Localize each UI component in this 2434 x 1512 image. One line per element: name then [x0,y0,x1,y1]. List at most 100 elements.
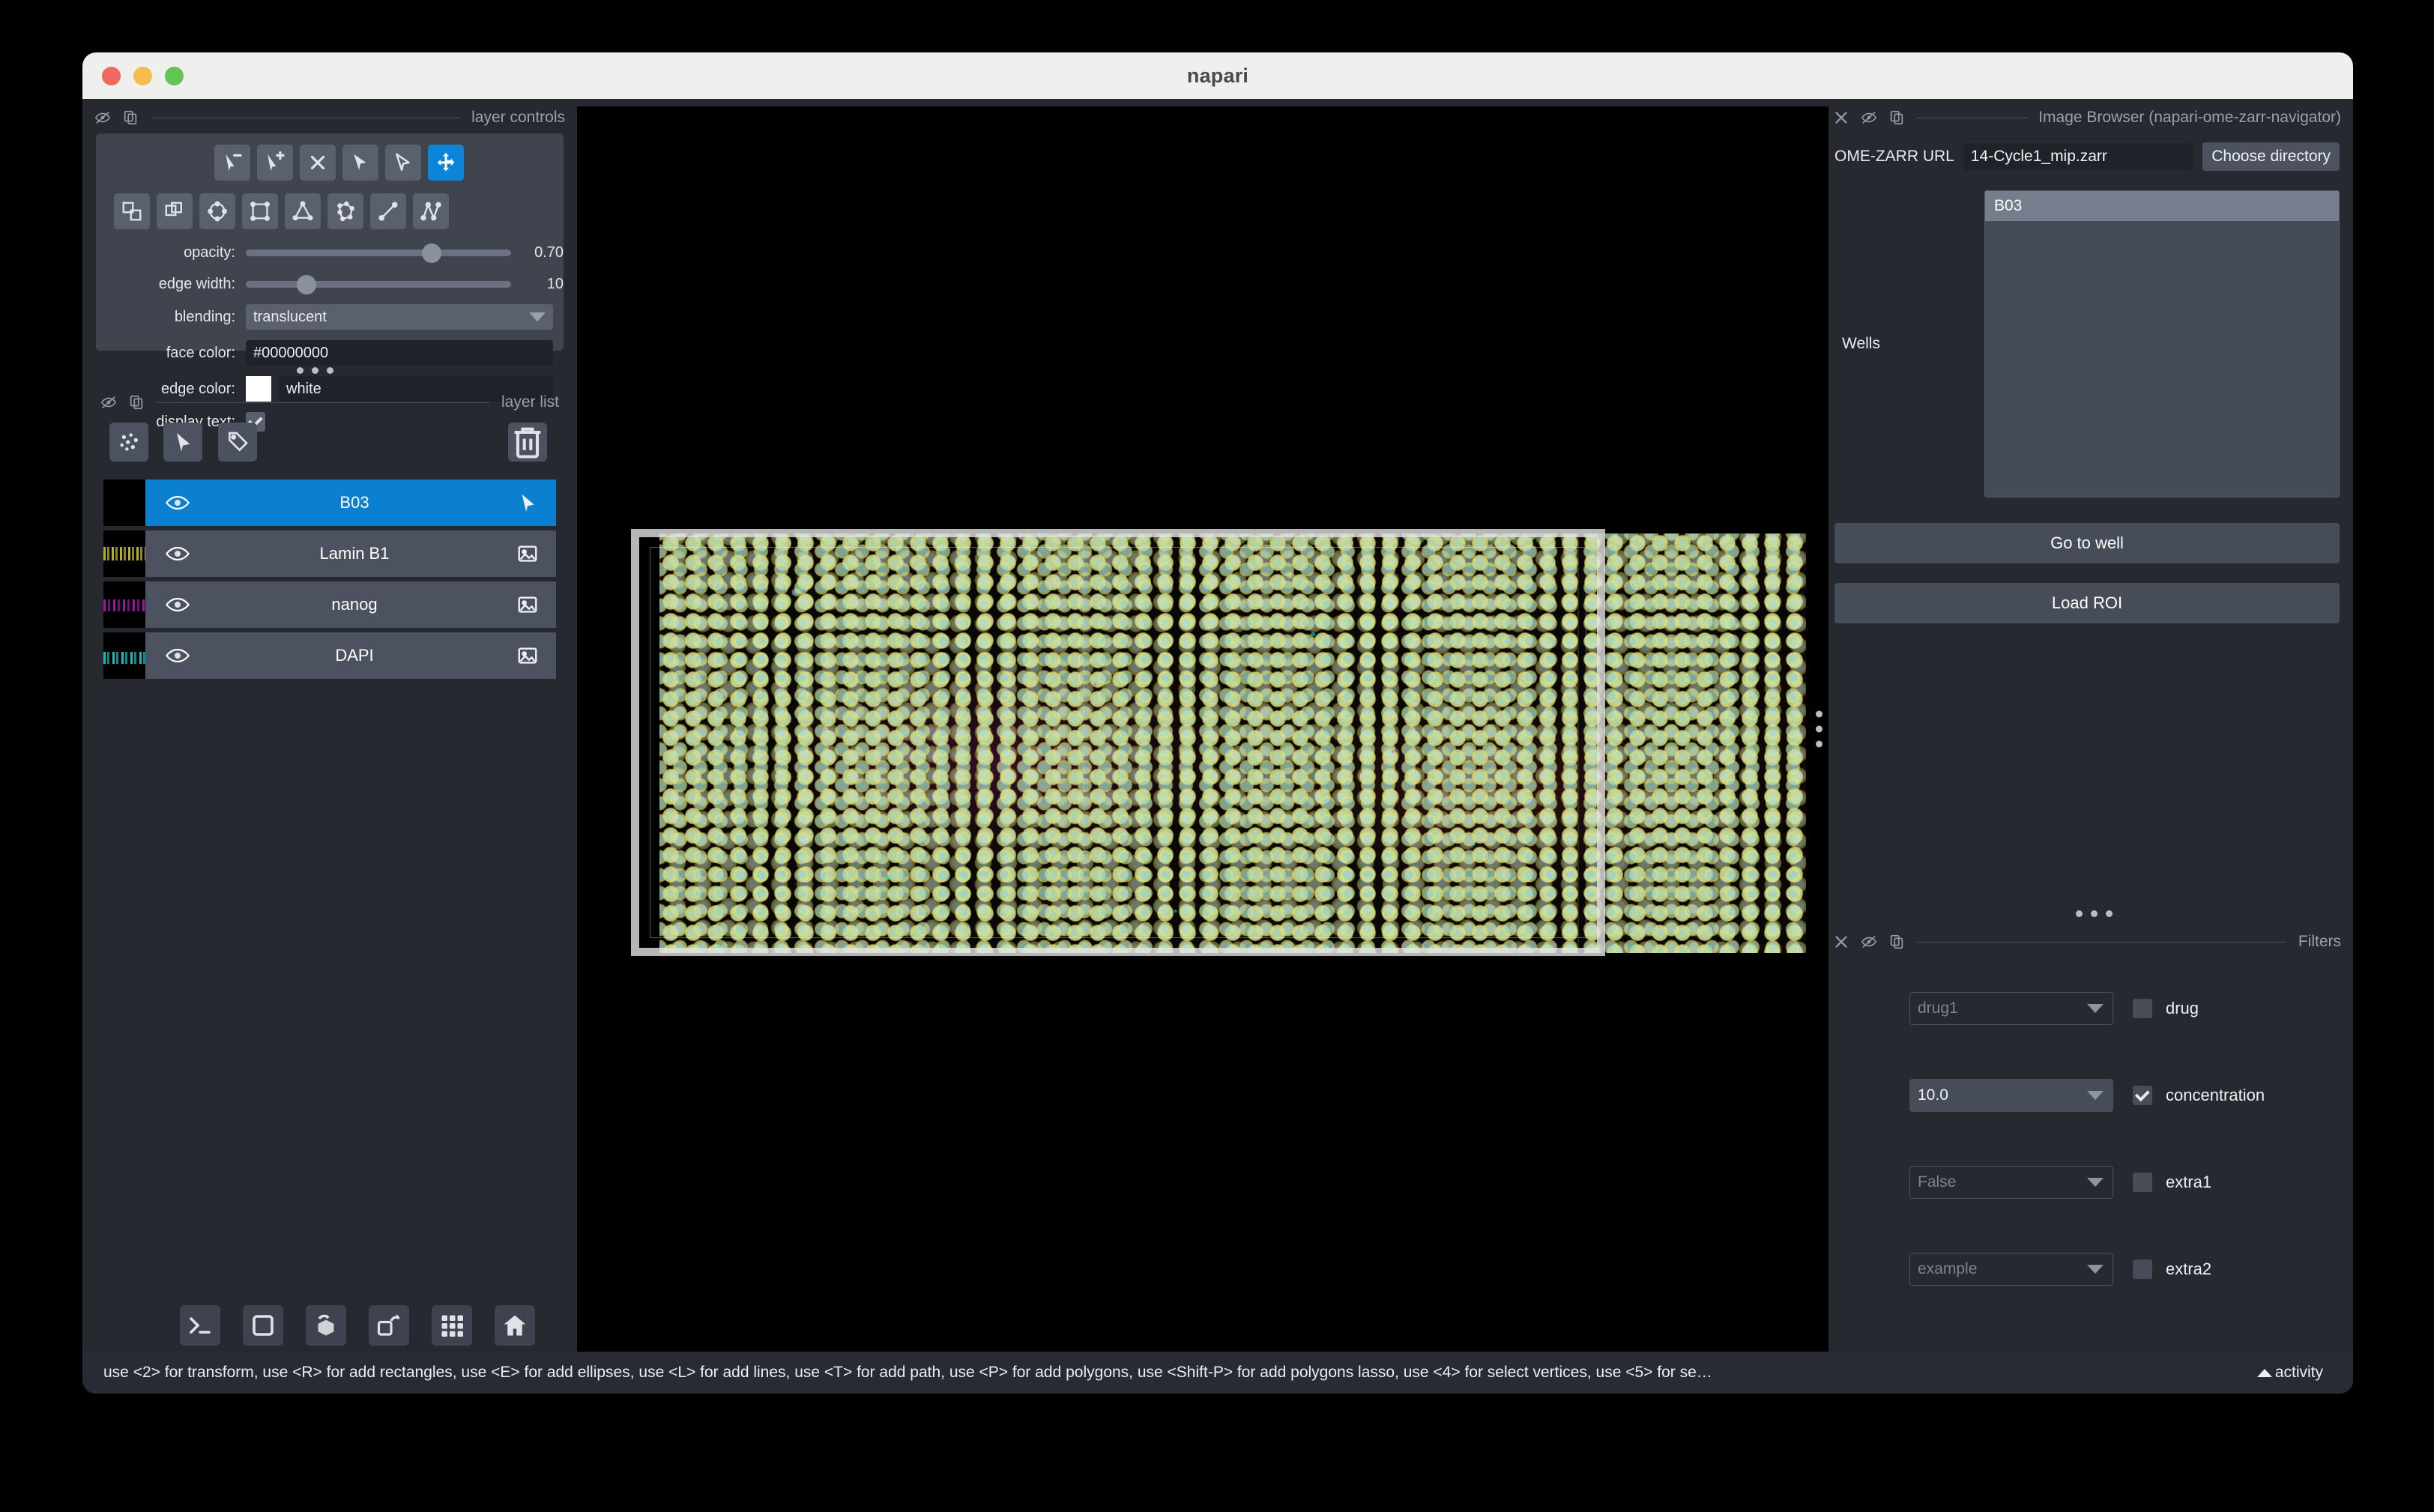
layer-row-nanog[interactable]: nanog [103,581,556,628]
new-shapes-layer-button[interactable] [163,423,203,462]
concentration-select[interactable]: 10.0 [1909,1079,2113,1112]
wells-list[interactable]: B03 [1984,190,2340,498]
transpose-dimensions-button[interactable] [369,1305,409,1346]
grid-view-button[interactable] [432,1305,472,1346]
dock-splitter-handle[interactable] [297,367,333,374]
add-path-tool[interactable] [413,193,449,229]
chevron-down-icon [2087,1178,2104,1187]
load-roi-button[interactable]: Load ROI [1834,583,2340,623]
add-line-tool[interactable] [370,193,406,229]
ome-zarr-url-input[interactable]: 14-Cycle1_mip.zarr [1963,143,2194,170]
copy-icon[interactable] [128,394,145,411]
move-to-front-tool[interactable] [114,193,150,229]
new-labels-layer-button[interactable] [217,423,257,462]
delete-layer-button[interactable] [508,423,547,462]
right-dock-splitter-handle[interactable] [2076,910,2113,917]
right-dock: Image Browser (napari-ome-zarr-navigator… [1828,106,2346,1352]
roll-dimensions-button[interactable] [306,1305,346,1346]
add-polygon-tool[interactable] [285,193,321,229]
copy-icon[interactable] [122,109,139,126]
concentration-checkbox[interactable] [2133,1086,2152,1105]
chevron-down-icon [2087,1091,2104,1100]
go-to-well-button[interactable]: Go to well [1834,523,2340,563]
copy-icon[interactable] [1888,934,1905,950]
filter-row-extra2: example extra2 [1828,1253,2346,1286]
blending-select[interactable]: translucent [246,304,553,330]
image-layer-icon [499,542,556,565]
close-icon[interactable] [1833,109,1849,126]
add-ellipse-tool[interactable] [199,193,235,229]
layer-row-b03[interactable]: B03 [103,480,556,526]
toggle-2d-3d-button[interactable] [243,1305,283,1346]
layer-thumbnail [103,581,145,628]
drug-select[interactable]: drug1 [1909,992,2113,1025]
layer-row-lamin-b1[interactable]: Lamin B1 [103,530,556,577]
copy-icon[interactable] [1888,109,1905,126]
well-list-item[interactable]: B03 [1985,191,2339,221]
extra2-label: extra2 [2166,1260,2212,1278]
new-points-layer-button[interactable] [109,423,148,462]
concentration-value: 10.0 [1918,1086,1948,1104]
layer-visibility-toggle[interactable] [145,545,210,562]
chevron-down-icon [2087,1004,2104,1013]
filters-header: Filters [1828,931,2346,953]
move-to-back-tool[interactable] [157,193,193,229]
edge-width-slider[interactable] [246,274,511,294]
blending-value: translucent [253,308,327,325]
right-dock-resize-handle[interactable] [1816,710,1823,748]
layer-visibility-toggle[interactable] [145,647,210,664]
visibility-off-icon[interactable] [100,394,117,411]
layer-visibility-toggle[interactable] [145,495,210,511]
close-icon[interactable] [1833,934,1849,950]
extra2-select[interactable]: example [1909,1253,2113,1286]
layer-name: DAPI [335,646,374,665]
left-dock: layer controls opacity: 0.70 edge width:… [90,106,586,1352]
edge-width-slider-handle[interactable] [297,274,317,294]
pan-zoom-tool[interactable] [428,145,464,181]
shape-tools-row-1 [214,145,464,181]
visibility-off-icon[interactable] [1861,934,1877,950]
image-layer-icon [499,593,556,616]
select-shapes-tool[interactable] [342,145,378,181]
extra2-checkbox[interactable] [2133,1260,2152,1279]
image-canvas[interactable] [577,106,1828,1352]
filter-row-drug: drug1 drug [1828,992,2346,1025]
opacity-label: opacity: [184,244,235,261]
choose-directory-button[interactable]: Choose directory [2202,142,2340,171]
layer-controls-header: layer controls [90,106,570,129]
opacity-row: opacity: 0.70 [96,243,564,263]
ome-zarr-url-label: OME-ZARR URL [1834,148,1954,165]
add-polygon-lasso-tool[interactable] [327,193,363,229]
filters-panel: Filters drug1 drug 10.0 concentration Fa… [1828,931,2346,1352]
direct-select-tool[interactable] [385,145,421,181]
layer-thumbnail [103,632,145,679]
visibility-off-icon[interactable] [94,109,111,126]
visibility-off-icon[interactable] [1861,109,1877,126]
activity-button[interactable]: activity [2256,1364,2353,1382]
status-bar-text: use <2> for transform, use <R> for add r… [103,1364,1712,1381]
face-color-input[interactable]: #00000000 [246,340,553,366]
add-rectangle-tool[interactable] [242,193,278,229]
extra1-checkbox[interactable] [2133,1173,2152,1192]
filter-row-extra1: False extra1 [1828,1166,2346,1199]
opacity-slider-handle[interactable] [421,243,441,263]
layer-visibility-toggle[interactable] [145,596,210,613]
layer-list-header: layer list [96,391,564,414]
select-remove-vertex-tool[interactable] [214,145,250,181]
opacity-slider[interactable] [246,243,511,263]
wells-label: Wells [1842,335,1880,352]
blending-row: blending: translucent [96,304,564,330]
go-to-well-label: Go to well [2050,533,2124,552]
select-add-vertex-tool[interactable] [257,145,293,181]
chevron-down-icon [2087,1265,2104,1274]
delete-shape-tool[interactable] [300,145,336,181]
layer-name: B03 [339,493,369,512]
extra1-select[interactable]: False [1909,1166,2113,1199]
reset-view-home-button[interactable] [495,1305,535,1346]
wells-row: Wells B03 [1834,190,2340,498]
layer-row-dapi[interactable]: DAPI [103,632,556,679]
edge-width-value: 10 [546,276,564,292]
console-button[interactable] [180,1305,220,1346]
status-bar: use <2> for transform, use <R> for add r… [82,1352,2353,1394]
drug-checkbox[interactable] [2133,999,2152,1018]
